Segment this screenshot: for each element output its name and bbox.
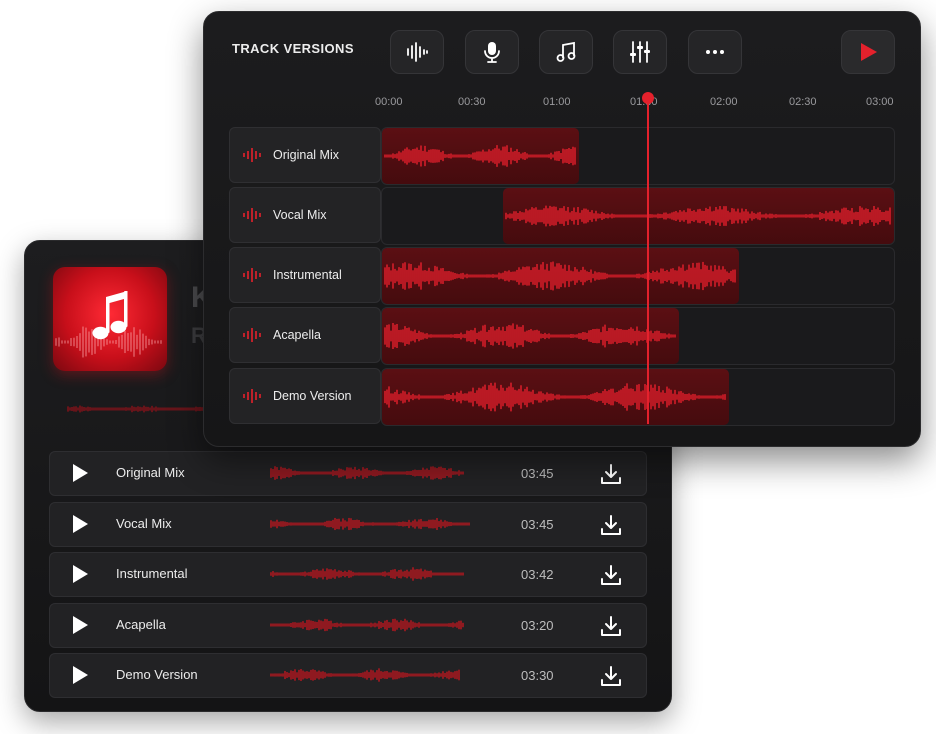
- lane-name: Demo Version: [273, 389, 352, 403]
- play-icon[interactable]: [70, 665, 90, 685]
- track-duration: 03:45: [521, 466, 554, 481]
- lane-track[interactable]: [381, 127, 895, 185]
- waveform-icon: [243, 389, 261, 403]
- timeline-label: 03:00: [866, 96, 894, 108]
- microphone-icon: [484, 42, 500, 63]
- download-icon[interactable]: [600, 463, 622, 485]
- music-note-icon: [556, 41, 576, 62]
- download-icon[interactable]: [600, 564, 622, 586]
- play-icon[interactable]: [70, 514, 90, 534]
- music-note-icon: [55, 291, 162, 358]
- audio-clip[interactable]: [382, 308, 679, 364]
- audio-clip[interactable]: [382, 128, 579, 184]
- track-duration: 03:45: [521, 516, 554, 532]
- playhead[interactable]: [647, 102, 649, 424]
- list-item[interactable]: Vocal Mix 03:45: [49, 501, 647, 547]
- track-duration: 03:20: [521, 617, 554, 633]
- waveform-tool-button[interactable]: [390, 30, 444, 74]
- panel-title: TRACK VERSIONS: [232, 41, 354, 56]
- lane-label-original-mix[interactable]: Original Mix: [229, 127, 381, 183]
- mixer-sliders-icon: [630, 41, 650, 63]
- audio-clip[interactable]: [382, 248, 739, 304]
- lane-label-instrumental[interactable]: Instrumental: [229, 247, 381, 303]
- track-title: Demo Version: [116, 667, 198, 682]
- audio-clip[interactable]: [503, 188, 894, 244]
- track-title: Acapella: [116, 616, 166, 632]
- play-icon[interactable]: [70, 463, 90, 483]
- album-subtitle: R: [191, 323, 203, 348]
- lane-track[interactable]: [381, 247, 895, 305]
- lane-label-acapella[interactable]: Acapella: [229, 307, 381, 363]
- audio-clip[interactable]: [382, 369, 729, 425]
- timeline-label: 00:30: [458, 96, 486, 108]
- track-title: Instrumental: [116, 566, 188, 581]
- lane-label-demo-version[interactable]: Demo Version: [229, 368, 381, 424]
- play-icon[interactable]: [70, 615, 90, 635]
- music-tool-button[interactable]: [539, 30, 593, 74]
- lane-track[interactable]: [381, 187, 895, 245]
- list-item[interactable]: Original Mix 03:45: [49, 451, 647, 496]
- lane-name: Instrumental: [273, 268, 342, 282]
- track-waveform: [270, 618, 464, 631]
- lane-name: Original Mix: [273, 148, 339, 162]
- album-cover: [53, 267, 167, 371]
- lane-name: Acapella: [273, 328, 321, 342]
- lane-track[interactable]: [381, 368, 895, 426]
- track-waveform: [270, 466, 464, 480]
- timeline-label: 01:00: [543, 96, 571, 108]
- more-options-button[interactable]: [688, 30, 742, 74]
- play-button[interactable]: [841, 30, 895, 74]
- download-icon[interactable]: [600, 615, 622, 637]
- track-list: Original Mix 03:45 Vocal Mix 03:45 Instr…: [49, 451, 647, 704]
- lane-label-vocal-mix[interactable]: Vocal Mix: [229, 187, 381, 243]
- list-item[interactable]: Instrumental 03:42: [49, 552, 647, 597]
- list-item[interactable]: Demo Version 03:30: [49, 653, 647, 698]
- play-icon[interactable]: [70, 564, 90, 584]
- track-title: Vocal Mix: [116, 515, 172, 531]
- lane-name: Vocal Mix: [273, 208, 327, 222]
- waveform-icon: [243, 268, 261, 282]
- track-waveform: [270, 668, 460, 682]
- track-duration: 03:30: [521, 668, 554, 683]
- list-item[interactable]: Acapella 03:20: [49, 602, 647, 648]
- waveform-icon: [243, 148, 261, 162]
- track-waveform: [270, 567, 464, 581]
- download-icon[interactable]: [600, 665, 622, 687]
- timeline-label: 00:00: [375, 96, 403, 108]
- play-icon: [861, 43, 877, 61]
- lane-track[interactable]: [381, 307, 895, 365]
- track-waveform: [270, 517, 470, 530]
- track-versions-panel: TRACK VERSIONS 00:00 00:30 01:00 02:00 0…: [203, 11, 921, 447]
- timeline-label: 02:30: [789, 96, 817, 108]
- timeline-label: 02:00: [710, 96, 738, 108]
- track-duration: 03:42: [521, 567, 554, 582]
- waveform-icon: [243, 208, 261, 222]
- record-tool-button[interactable]: [465, 30, 519, 74]
- download-icon[interactable]: [600, 514, 622, 536]
- track-title: Original Mix: [116, 465, 185, 480]
- playhead-handle[interactable]: [642, 92, 654, 104]
- waveform-icon: [243, 328, 261, 342]
- waveform-icon: [407, 42, 428, 62]
- mixer-tool-button[interactable]: [613, 30, 667, 74]
- more-icon: [706, 50, 724, 54]
